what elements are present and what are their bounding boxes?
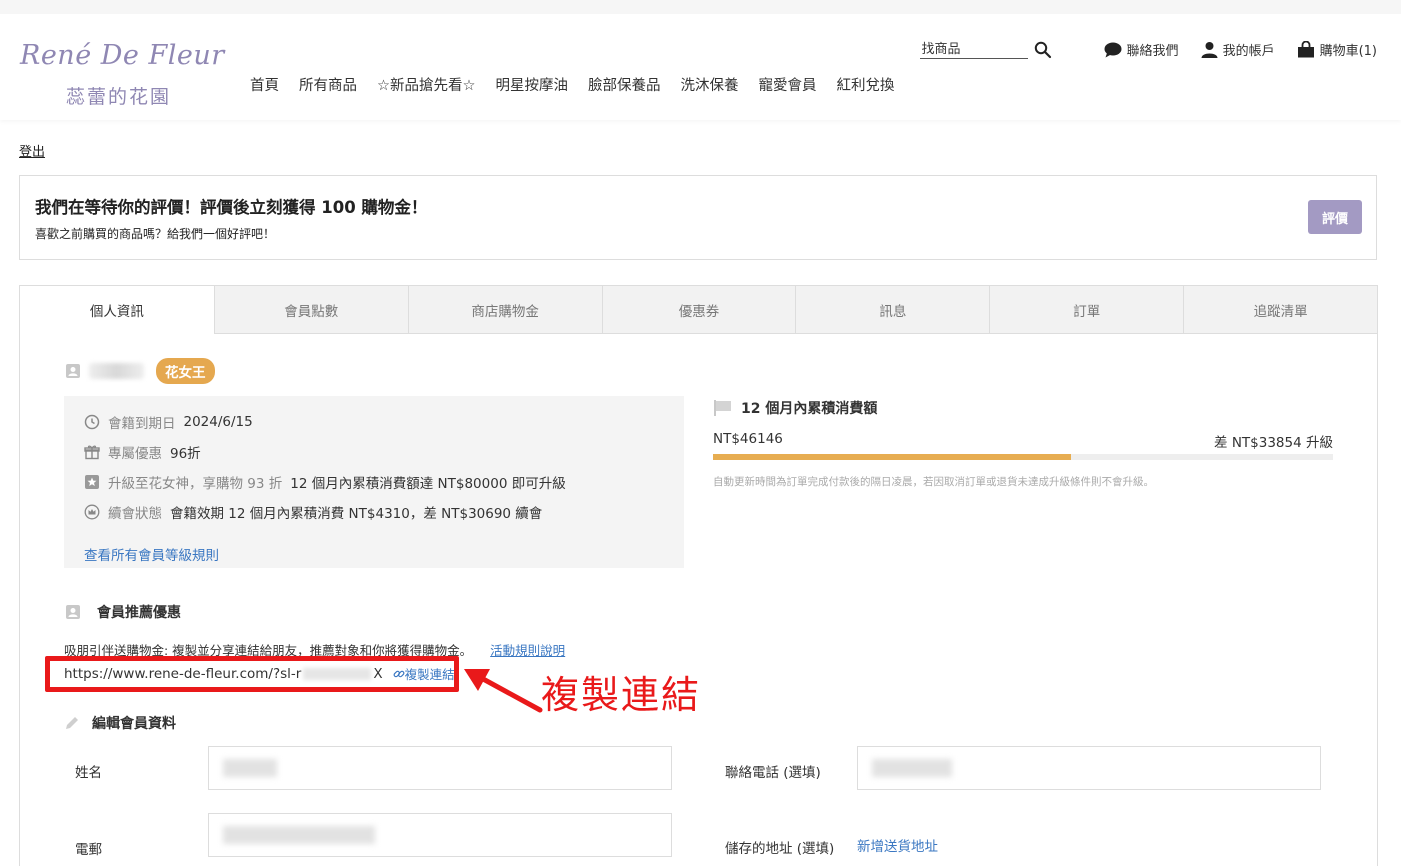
- expiry-label: 會籍到期日: [108, 416, 176, 432]
- clock-icon: [84, 414, 100, 430]
- account-tabs: 個人資訊 會員點數 商店購物金 優惠券 訊息 訂單 追蹤清單: [20, 286, 1378, 334]
- nav-bath-care[interactable]: 洗沐保養: [681, 74, 739, 95]
- brand-logo[interactable]: René De Fleur 蕊蕾的花園: [20, 40, 224, 112]
- referral-title-text: 會員推薦優惠: [97, 605, 181, 621]
- spend-title: 12 個月內累積消費額: [713, 398, 1333, 418]
- search-box: [919, 40, 1052, 59]
- member-header: 花女王: [65, 358, 215, 384]
- utility-bar: 聯絡我們 我的帳戶 購物車(1): [919, 40, 1377, 59]
- member-card-icon: [66, 605, 80, 619]
- email-label: 電郵: [75, 842, 102, 858]
- edit-profile-title: 編輯會員資料: [64, 713, 176, 733]
- cart-link[interactable]: 購物車(1): [1297, 40, 1377, 59]
- name-label: 姓名: [75, 765, 102, 781]
- discount-value: 96折: [170, 446, 201, 462]
- account-label: 我的帳戶: [1222, 44, 1275, 59]
- discount-row: 專屬優惠 96折: [84, 442, 201, 462]
- gift-icon: [84, 445, 100, 460]
- chat-bubble-icon: [1104, 42, 1122, 57]
- logo-chinese-text: 蕊蕾的花園: [66, 86, 172, 108]
- upgrade-label: 升級至花女神，享購物 93 折: [108, 476, 283, 492]
- name-value-redacted: [223, 759, 277, 777]
- member-card-icon: [66, 364, 80, 378]
- user-icon: [1201, 42, 1218, 58]
- expiry-value: 2024/6/15: [183, 414, 253, 430]
- search-icon[interactable]: [1034, 41, 1052, 59]
- upgrade-row: 升級至花女神，享購物 93 折 12 個月內累積消費額達 NT$80000 即可…: [84, 472, 566, 492]
- email-value-redacted: [223, 826, 375, 844]
- phone-field[interactable]: [857, 746, 1321, 790]
- nav-massage-oil[interactable]: 明星按摩油: [496, 74, 569, 95]
- tab-profile[interactable]: 個人資訊: [20, 286, 214, 334]
- flag-icon: [714, 400, 731, 416]
- spend-amount: NT$46146: [713, 431, 783, 447]
- review-banner-subtitle: 喜歡之前購買的商品嗎？給我們一個好評吧！: [35, 227, 276, 241]
- tab-messages[interactable]: 訊息: [795, 286, 990, 334]
- review-banner-title: 我們在等待你的評價！評價後立刻獲得 100 購物金！: [35, 198, 428, 217]
- referral-rules-link[interactable]: 活動規則說明: [490, 643, 565, 658]
- crown-icon: [84, 504, 100, 520]
- renew-label: 續會狀態: [108, 506, 162, 522]
- spend-title-text: 12 個月內累積消費額: [741, 401, 878, 417]
- annotation-arrow-icon: [464, 669, 543, 713]
- main-nav: 首頁 所有商品 ☆新品搶先看☆ 明星按摩油 臉部保養品 洗沐保養 寵愛會員 紅利…: [250, 74, 895, 95]
- spend-note: 自動更新時間為訂單完成付款後的隔日凌晨，若因取消訂單或退貨未達成升級條件則不會升…: [713, 476, 1154, 488]
- phone-value-redacted: [872, 759, 952, 777]
- tab-orders[interactable]: 訂單: [989, 286, 1184, 334]
- renew-row: 續會狀態 會籍效期 12 個月內累積消費 NT$4310，差 NT$30690 …: [84, 502, 542, 522]
- nav-new-arrivals[interactable]: ☆新品搶先看☆: [377, 74, 476, 95]
- nav-all-products[interactable]: 所有商品: [299, 74, 357, 95]
- pencil-icon: [66, 717, 78, 729]
- tab-member-points[interactable]: 會員點數: [213, 286, 408, 334]
- cart-label: 購物車(1): [1319, 44, 1377, 59]
- nav-facial-care[interactable]: 臉部保養品: [588, 74, 661, 95]
- upgrade-value: 12 個月內累積消費額達 NT$80000 即可升級: [290, 476, 566, 492]
- account-panel: 個人資訊 會員點數 商店購物金 優惠券 訊息 訂單 追蹤清單 花女王 會籍到期日…: [19, 285, 1378, 866]
- member-name-redacted: [89, 363, 144, 379]
- referral-title: 會員推薦優惠: [65, 602, 181, 622]
- nav-home[interactable]: 首頁: [250, 74, 279, 95]
- member-level-badge: 花女王: [156, 358, 215, 384]
- spend-progress-track: [713, 454, 1333, 460]
- account-link[interactable]: 我的帳戶: [1201, 40, 1275, 59]
- spend-section: 12 個月內累積消費額 NT$46146 差 NT$33854 升級 自動更新時…: [713, 398, 1333, 488]
- expiry-row: 會籍到期日 2024/6/15: [84, 412, 253, 432]
- renew-value: 會籍效期 12 個月內累積消費 NT$4310，差 NT$30690 續會: [170, 506, 543, 522]
- nav-membership[interactable]: 寵愛會員: [759, 74, 817, 95]
- logo-script-text: René De Fleur: [20, 40, 225, 71]
- member-rules-link[interactable]: 查看所有會員等級規則: [84, 544, 219, 564]
- tab-store-credit[interactable]: 商店購物金: [407, 286, 602, 334]
- shopping-bag-icon: [1297, 41, 1314, 58]
- address-label: 儲存的地址 (選填): [725, 841, 835, 857]
- search-input[interactable]: [919, 40, 1028, 59]
- name-field[interactable]: [208, 746, 672, 790]
- discount-label: 專屬優惠: [108, 446, 162, 462]
- star-badge-icon: [85, 475, 99, 489]
- site-header: René De Fleur 蕊蕾的花園 首頁 所有商品 ☆新品搶先看☆ 明星按摩…: [0, 0, 1401, 120]
- review-button[interactable]: 評價: [1308, 200, 1362, 234]
- edit-profile-title-text: 編輯會員資料: [92, 716, 176, 732]
- logout-link[interactable]: 登出: [19, 141, 45, 160]
- email-field[interactable]: [208, 813, 672, 857]
- annotation-highlight-box: [45, 656, 459, 692]
- review-banner: 我們在等待你的評價！評價後立刻獲得 100 購物金！ 喜歡之前購買的商品嗎？給我…: [19, 175, 1377, 260]
- spend-progress-fill: [713, 454, 1071, 460]
- annotation-label: 複製連結: [541, 673, 702, 717]
- tab-coupons[interactable]: 優惠券: [601, 286, 796, 334]
- contact-link[interactable]: 聯絡我們: [1104, 40, 1179, 59]
- membership-info-box: 會籍到期日 2024/6/15 專屬優惠 96折 升級至花女神，享購物 93 折…: [64, 396, 684, 568]
- contact-label: 聯絡我們: [1126, 44, 1179, 59]
- tab-wishlist[interactable]: 追蹤清單: [1183, 286, 1378, 334]
- spend-remaining: 差 NT$33854 升級: [1214, 435, 1333, 451]
- add-address-link[interactable]: 新增送貨地址: [857, 835, 938, 855]
- phone-label: 聯絡電話 (選填): [725, 765, 821, 781]
- nav-rewards[interactable]: 紅利兌換: [837, 74, 895, 95]
